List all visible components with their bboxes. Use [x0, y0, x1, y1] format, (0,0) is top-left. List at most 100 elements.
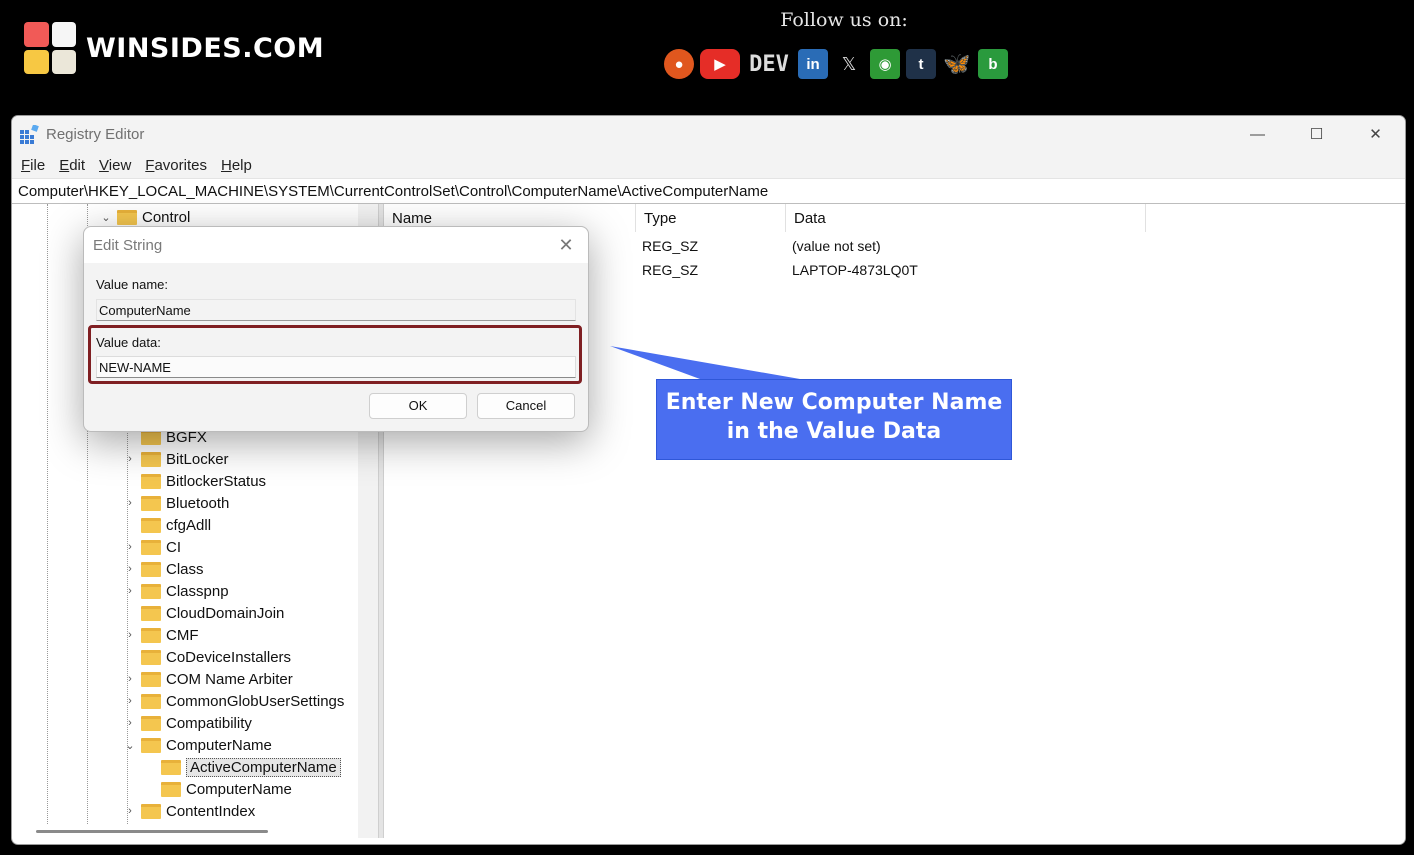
- ok-button[interactable]: OK: [369, 393, 467, 419]
- callout-line-2: in the Value Data: [726, 419, 942, 444]
- tree-node-label: COM Name Arbiter: [166, 670, 293, 688]
- expand-chevron-icon[interactable]: ›: [122, 695, 138, 707]
- row-type[interactable]: REG_SZ: [642, 238, 698, 254]
- follow-us-text: Follow us on:: [780, 9, 908, 31]
- dev-icon[interactable]: DEV: [746, 49, 792, 79]
- tumblr-icon[interactable]: t: [906, 49, 936, 79]
- cancel-button[interactable]: Cancel: [477, 393, 575, 419]
- folder-icon: [141, 473, 161, 489]
- tree-node[interactable]: › Class: [122, 558, 204, 580]
- window-title: Registry Editor: [46, 126, 145, 143]
- tree-node-label: BitlockerStatus: [166, 472, 267, 490]
- reddit-icon[interactable]: ●: [664, 49, 694, 79]
- column-header-type[interactable]: Type: [636, 204, 786, 232]
- youtube-icon[interactable]: ▶: [700, 49, 740, 79]
- row-data[interactable]: LAPTOP-4873LQ0T: [792, 262, 918, 278]
- linkedin-icon[interactable]: in: [798, 49, 828, 79]
- tree-node[interactable]: ⌄ Control: [98, 206, 190, 228]
- tree-node-label: Bluetooth: [166, 494, 230, 512]
- menu-view[interactable]: View: [98, 157, 140, 174]
- tree-node-label: BitLocker: [166, 450, 229, 468]
- folder-icon: [141, 693, 161, 709]
- folder-icon: [141, 561, 161, 577]
- tree-node-label: Control: [142, 208, 191, 226]
- tree-node[interactable]: › CommonGlobUserSettings: [122, 690, 344, 712]
- folder-icon: [141, 649, 161, 665]
- tree-node[interactable]: › Bluetooth: [122, 492, 229, 514]
- tree-node-label: CoDeviceInstallers: [166, 648, 292, 666]
- expand-chevron-icon[interactable]: ›: [122, 673, 138, 685]
- tree-node[interactable]: ActiveComputerName: [142, 756, 341, 778]
- bluesky-icon[interactable]: 🦋: [942, 49, 972, 79]
- expand-chevron-icon[interactable]: ›: [122, 805, 138, 817]
- expand-chevron-icon[interactable]: ›: [122, 717, 138, 729]
- tree-node[interactable]: › Classpnp: [122, 580, 229, 602]
- instruction-callout: Enter New Computer Name in the Value Dat…: [656, 379, 1012, 460]
- registry-editor-window: Registry Editor — ☐ ✕ File Edit View Fav…: [11, 115, 1406, 845]
- menu-edit[interactable]: Edit: [58, 157, 94, 174]
- row-type[interactable]: REG_SZ: [642, 262, 698, 278]
- close-button[interactable]: ✕: [1346, 116, 1405, 152]
- minimize-button[interactable]: —: [1228, 116, 1287, 152]
- screenshot-root: WINSIDES.COM Follow us on: ● ▶ DEV in 𝕏 ◉ t 🦋 b …: [0, 0, 1414, 855]
- folder-icon: [141, 495, 161, 511]
- expand-chevron-icon[interactable]: ›: [122, 497, 138, 509]
- tree-horizontal-scrollbar[interactable]: [12, 824, 358, 838]
- menu-favorites[interactable]: Favorites: [144, 157, 216, 174]
- value-data-label: Value data:: [96, 335, 161, 350]
- maximize-button[interactable]: ☐: [1287, 116, 1346, 152]
- tree-node-label: ComputerName: [166, 736, 272, 754]
- folder-icon: [141, 671, 161, 687]
- tree-node[interactable]: › COM Name Arbiter: [122, 668, 293, 690]
- tree-node-label: Class: [166, 560, 204, 578]
- tree-node-label: cfgAdll: [166, 516, 212, 534]
- folder-icon: [161, 759, 181, 775]
- tree-node[interactable]: › ContentIndex: [122, 800, 255, 822]
- folder-icon: [141, 627, 161, 643]
- menu-bar: File Edit View Favorites Help: [12, 152, 1405, 178]
- folder-icon: [117, 209, 137, 225]
- folder-icon: [141, 605, 161, 621]
- tree-node[interactable]: ⌄ ComputerName: [122, 734, 272, 756]
- brand-name: WINSIDES.COM: [86, 32, 325, 64]
- tree-node[interactable]: › BitLocker: [122, 448, 229, 470]
- tree-node[interactable]: CoDeviceInstallers: [122, 646, 291, 668]
- tree-node[interactable]: BitlockerStatus: [122, 470, 266, 492]
- tree-node[interactable]: › Compatibility: [122, 712, 252, 734]
- tree-node-label: ContentIndex: [166, 802, 256, 820]
- folder-icon: [141, 539, 161, 555]
- expand-chevron-icon[interactable]: ›: [122, 563, 138, 575]
- tree-node-label: Classpnp: [166, 582, 229, 600]
- x-icon[interactable]: 𝕏: [834, 49, 864, 79]
- column-header-data[interactable]: Data: [786, 204, 1146, 232]
- blogger-icon[interactable]: b: [978, 49, 1008, 79]
- row-data[interactable]: (value not set): [792, 238, 881, 254]
- expand-chevron-icon[interactable]: ›: [122, 585, 138, 597]
- tree-node[interactable]: › CMF: [122, 624, 198, 646]
- expand-chevron-icon[interactable]: ›: [122, 453, 138, 465]
- folder-icon: [141, 583, 161, 599]
- expand-chevron-icon[interactable]: ›: [122, 541, 138, 553]
- tree-node[interactable]: CloudDomainJoin: [122, 602, 284, 624]
- dialog-title: Edit String: [93, 237, 163, 254]
- site-icon[interactable]: ◉: [870, 49, 900, 79]
- tree-node-label: ActiveComputerName: [186, 757, 341, 777]
- brand-logo[interactable]: WINSIDES.COM: [24, 22, 324, 74]
- tree-node[interactable]: › CI: [122, 536, 181, 558]
- tree-node-label: Compatibility: [166, 714, 252, 732]
- address-bar[interactable]: Computer\HKEY_LOCAL_MACHINE\SYSTEM\Curre…: [12, 178, 1405, 204]
- scroll-thumb[interactable]: [36, 830, 268, 833]
- dialog-close-icon[interactable]: ✕: [554, 233, 578, 257]
- value-name-field[interactable]: [96, 299, 576, 321]
- menu-help[interactable]: Help: [220, 157, 261, 174]
- expand-chevron-icon[interactable]: ›: [122, 629, 138, 641]
- menu-file[interactable]: File: [20, 157, 54, 174]
- title-bar[interactable]: Registry Editor — ☐ ✕: [12, 116, 1405, 152]
- tree-node-label: CI: [166, 538, 181, 556]
- collapse-chevron-icon[interactable]: ⌄: [122, 739, 138, 752]
- value-data-field[interactable]: [96, 356, 576, 378]
- tree-node[interactable]: cfgAdll: [122, 514, 211, 536]
- collapse-chevron-icon[interactable]: ⌄: [98, 211, 114, 224]
- tree-node[interactable]: ComputerName: [142, 778, 292, 800]
- dialog-title-bar[interactable]: Edit String ✕: [84, 227, 588, 263]
